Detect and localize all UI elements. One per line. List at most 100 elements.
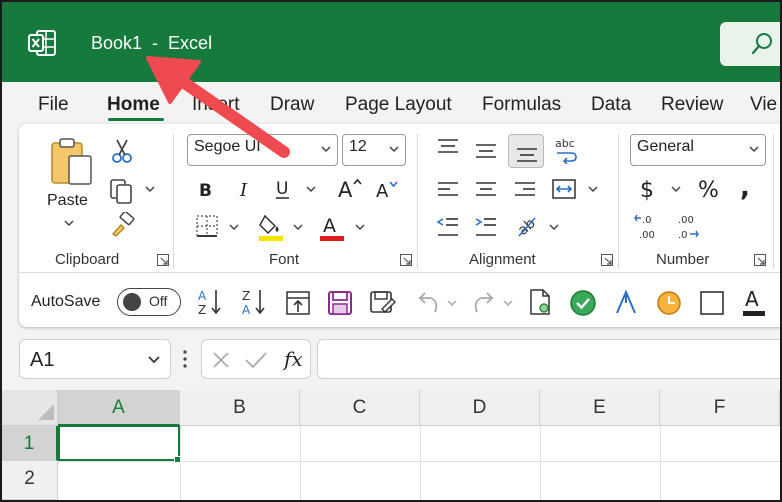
cancel-icon[interactable] xyxy=(212,351,230,369)
borders-icon[interactable] xyxy=(195,214,219,238)
check-icon[interactable] xyxy=(569,289,597,317)
tab-file[interactable]: File xyxy=(38,94,69,116)
autosave-toggle[interactable]: Off xyxy=(117,288,181,316)
italic-icon[interactable]: I xyxy=(237,179,251,199)
select-all-corner[interactable] xyxy=(2,390,58,426)
number-format-combo[interactable]: General xyxy=(630,134,766,166)
borders-dropdown-icon[interactable] xyxy=(229,224,239,230)
align-right-icon[interactable] xyxy=(513,180,537,200)
active-cell-a1[interactable] xyxy=(58,425,180,461)
clipboard-launcher-icon[interactable] xyxy=(157,254,169,266)
row-header-1[interactable]: 1 xyxy=(2,426,58,461)
font-size-combo[interactable]: 12 xyxy=(342,134,406,166)
font-name-combo[interactable]: Segoe UI xyxy=(187,134,338,166)
fill-handle[interactable] xyxy=(174,456,181,463)
orientation-icon[interactable]: ab xyxy=(513,212,539,238)
tab-view[interactable]: Vie xyxy=(750,94,777,116)
row-header-2[interactable]: 2 xyxy=(2,461,58,500)
number-launcher-icon[interactable] xyxy=(754,254,766,266)
rectangle-shape-icon[interactable] xyxy=(699,290,725,316)
undo-icon[interactable] xyxy=(415,290,441,316)
save-icon[interactable] xyxy=(327,290,353,316)
column-header-e[interactable]: E xyxy=(540,390,660,426)
format-painter-icon[interactable] xyxy=(109,212,135,238)
bold-icon[interactable]: B xyxy=(197,179,215,199)
font-color-icon[interactable]: A xyxy=(319,212,345,242)
paste-dropdown-icon[interactable] xyxy=(64,220,74,226)
sort-ascending-icon[interactable]: A Z xyxy=(197,288,223,316)
chevron-down-icon[interactable] xyxy=(148,356,160,364)
refresh-all-icon[interactable] xyxy=(285,290,311,316)
number-format-value: General xyxy=(637,138,694,155)
tab-formulas[interactable]: Formulas xyxy=(482,94,561,116)
merge-dropdown-icon[interactable] xyxy=(588,186,598,192)
svg-text:A: A xyxy=(376,181,389,200)
paste-icon[interactable] xyxy=(49,136,95,188)
font-group-label: Font xyxy=(269,251,300,268)
fill-color-icon[interactable] xyxy=(257,212,285,242)
alignment-launcher-icon[interactable] xyxy=(601,254,613,266)
save-as-icon[interactable] xyxy=(369,290,397,316)
text-color-icon[interactable]: A xyxy=(741,286,767,318)
paste-label[interactable]: Paste xyxy=(47,192,88,210)
column-header-f[interactable]: F xyxy=(660,390,780,426)
decrease-font-size-icon[interactable]: A xyxy=(375,178,399,200)
print-preview-icon[interactable] xyxy=(527,288,553,316)
increase-font-size-icon[interactable]: A xyxy=(337,176,363,200)
merge-center-icon[interactable] xyxy=(551,178,577,200)
fill-color-dropdown-icon[interactable] xyxy=(293,224,303,230)
tab-review[interactable]: Review xyxy=(661,94,723,116)
top-align-icon[interactable] xyxy=(436,138,460,156)
enter-check-icon[interactable] xyxy=(244,350,268,370)
name-box[interactable]: A1 xyxy=(19,339,171,379)
bottom-align-button[interactable] xyxy=(508,134,544,168)
tab-draw[interactable]: Draw xyxy=(270,94,314,116)
copy-icon[interactable] xyxy=(109,178,135,204)
group-divider xyxy=(173,134,174,269)
comma-style-icon[interactable]: , xyxy=(739,174,753,202)
more-options-icon[interactable] xyxy=(182,349,188,369)
svg-text:.00: .00 xyxy=(639,230,655,240)
column-header-d[interactable]: D xyxy=(420,390,540,426)
tab-home[interactable]: Home xyxy=(107,94,160,116)
redo-icon[interactable] xyxy=(471,290,497,316)
column-header-a[interactable]: A xyxy=(58,390,180,426)
tab-data[interactable]: Data xyxy=(591,94,631,116)
svg-text:.0: .0 xyxy=(642,215,652,226)
excel-logo-icon[interactable] xyxy=(28,30,56,56)
font-color-dropdown-icon[interactable] xyxy=(355,224,365,230)
middle-align-icon[interactable] xyxy=(474,142,498,160)
insert-function-button[interactable]: fx xyxy=(284,347,303,371)
decrease-decimal-icon[interactable]: .00 .0 xyxy=(674,212,702,240)
tab-insert[interactable]: Insert xyxy=(192,94,240,116)
accounting-dropdown-icon[interactable] xyxy=(671,186,681,192)
redo-dropdown-icon[interactable] xyxy=(503,300,513,306)
svg-text:,: , xyxy=(740,174,750,202)
worksheet-grid[interactable]: A B C D E F 1 2 xyxy=(2,390,780,500)
font-name-value: Segoe UI xyxy=(194,138,261,155)
svg-text:A: A xyxy=(242,303,251,316)
increase-indent-icon[interactable] xyxy=(474,216,498,238)
increase-decimal-icon[interactable]: .0 .00 xyxy=(634,212,662,240)
undo-dropdown-icon[interactable] xyxy=(447,300,457,306)
sort-descending-icon[interactable]: Z A xyxy=(241,288,267,316)
percent-style-icon[interactable]: % xyxy=(697,174,723,202)
pen-icon[interactable] xyxy=(613,289,639,317)
accounting-format-icon[interactable]: $ xyxy=(639,174,659,202)
align-left-icon[interactable] xyxy=(436,180,460,200)
column-header-c[interactable]: C xyxy=(300,390,420,426)
font-launcher-icon[interactable] xyxy=(400,254,412,266)
search-box[interactable] xyxy=(720,22,780,66)
tab-page-layout[interactable]: Page Layout xyxy=(345,94,452,116)
decrease-indent-icon[interactable] xyxy=(436,216,460,238)
align-center-icon[interactable] xyxy=(474,180,498,200)
underline-dropdown-icon[interactable] xyxy=(306,186,316,192)
formula-input[interactable] xyxy=(317,339,780,379)
copy-dropdown-icon[interactable] xyxy=(145,186,155,192)
clock-icon[interactable] xyxy=(655,289,683,317)
column-header-b[interactable]: B xyxy=(180,390,300,426)
orientation-dropdown-icon[interactable] xyxy=(549,224,559,230)
underline-icon[interactable]: U xyxy=(274,177,292,201)
wrap-text-icon[interactable]: abc xyxy=(553,136,579,164)
cut-icon[interactable] xyxy=(111,138,133,164)
